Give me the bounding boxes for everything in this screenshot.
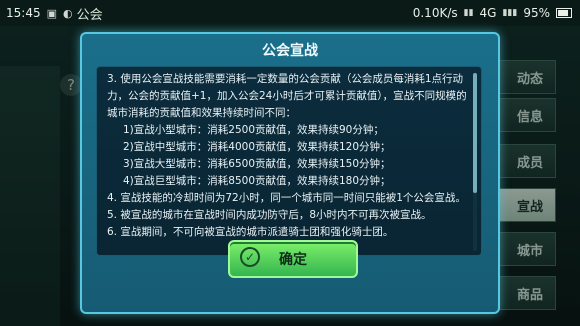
confirm-button[interactable]: ✓ 确定 [228,240,358,278]
network-type: 4G [479,6,497,20]
rule-list-item: 3)宣战大型城市：消耗6500贡献值，效果持续150分钟； [123,158,391,170]
network-speed: 0.10K/s [412,6,458,20]
dialog-content[interactable]: 3. 使用公会宣战技能需要消耗一定数量的公会贡献（公会成员每消耗1点行动力，公会… [96,66,482,256]
dialog-title: 公会宣战 [262,43,318,59]
scrollbar[interactable] [473,73,477,251]
guild-war-dialog: 公会宣战 3. 使用公会宣战技能需要消耗一定数量的公会贡献（公会成员每消耗1点行… [80,32,500,314]
rule-paragraph-4: 4. 宣战技能的冷却时间为72小时，同一个城市同一时间只能被1个公会宣战。 [107,192,466,204]
notification-icon: ▣ [46,6,57,20]
status-app-title: 公会 [76,7,103,23]
battery-icon [556,8,572,18]
status-bar: 15:45 ▣ ◐ 公会 0.10K/s ▮▮ 4G ▮▮▮ 95% [0,0,580,26]
battery-percent: 95% [523,6,550,20]
scrollbar-thumb[interactable] [473,73,477,193]
rule-paragraph-3: 3. 使用公会宣战技能需要消耗一定数量的公会贡献（公会成员每消耗1点行动力，公会… [107,73,467,119]
confirm-button-label: 确定 [279,252,307,268]
rule-list-item: 4)宣战巨型城市：消耗8500贡献值，效果持续180分钟； [123,175,391,187]
app-icon: ◐ [63,6,73,20]
status-right: 0.10K/s ▮▮ 4G ▮▮▮ 95% [413,0,572,26]
rule-paragraph-5: 5. 被宣战的城市在宣战时间内成功防守后，8小时内不可再次被宣战。 [107,209,432,221]
signal-icon: ▮▮ [463,8,474,18]
signal-bars-icon: ▮▮▮ [502,8,518,18]
rule-paragraph-6: 6. 宣战期间，不可向被宣战的城市派遣骑士团和强化骑士团。 [107,226,394,238]
rule-list-item: 1)宣战小型城市：消耗2500贡献值，效果持续90分钟； [123,124,384,136]
rule-list-item: 2)宣战中型城市：消耗4000贡献值，效果持续120分钟； [123,141,391,153]
chevron-down-circle-icon: ✓ [240,247,260,267]
status-time: 15:45 [6,6,41,20]
